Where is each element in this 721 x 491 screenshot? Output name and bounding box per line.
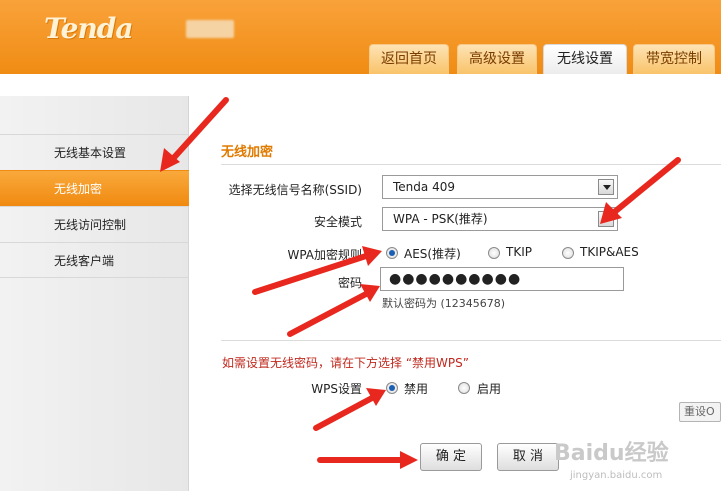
router-settings-page: Tenda 返回首页 高级设置 无线设置 带宽控制 无线基本设置 无线加密 无线… — [0, 0, 721, 491]
password-field[interactable]: ●●●●●●●●●● — [380, 267, 624, 291]
ssid-value: Tenda 409 — [393, 180, 455, 194]
divider — [221, 164, 721, 165]
sidebar-item-encryption[interactable]: 无线加密 — [0, 170, 189, 206]
password-label: 密码 — [337, 276, 362, 290]
wpa-tkip-label: TKIP — [506, 245, 532, 259]
wps-disable-label: 禁用 — [404, 382, 429, 396]
tab-advanced-label: 高级设置 — [469, 51, 525, 67]
sidebar-item-basic[interactable]: 无线基本设置 — [0, 134, 189, 170]
security-mode-label: 安全模式 — [313, 215, 362, 229]
wpa-rule-label: WPA加密规则 — [287, 248, 362, 262]
wps-enable-label: 启用 — [477, 382, 502, 396]
sidebar: 无线基本设置 无线加密 无线访问控制 无线客户端 — [0, 96, 189, 491]
password-hint: 默认密码为 (12345678) — [382, 297, 506, 310]
confirm-button[interactable]: 确 定 — [420, 443, 482, 471]
tab-home-label: 返回首页 — [381, 51, 437, 67]
sidebar-item-label: 无线客户端 — [54, 254, 115, 268]
arrow-to-password-field — [287, 284, 380, 337]
ssid-label: 选择无线信号名称(SSID) — [228, 183, 362, 197]
reset-button[interactable]: 重设O — [679, 402, 721, 422]
wps-disable-radio[interactable] — [386, 382, 398, 394]
arrow-to-confirm-button — [317, 451, 418, 469]
logo-blurred-text — [186, 20, 234, 38]
watermark-text: Baidu经验 — [554, 440, 669, 466]
divider — [221, 340, 721, 341]
wpa-tkip-aes-radio[interactable] — [562, 247, 574, 259]
tab-bandwidth-label: 带宽控制 — [646, 51, 702, 67]
sidebar-item-label: 无线访问控制 — [54, 218, 127, 232]
security-mode-select[interactable]: WPA - PSK(推荐) — [382, 207, 618, 231]
baidu-watermark: Baidu经验 jingyan.baidu.com — [554, 440, 669, 481]
chevron-down-icon[interactable] — [598, 211, 614, 227]
tab-advanced[interactable]: 高级设置 — [457, 44, 537, 74]
header-bar: Tenda 返回首页 高级设置 无线设置 带宽控制 — [0, 0, 721, 74]
wpa-tkip-aes-label: TKIP&AES — [580, 245, 639, 259]
security-mode-value: WPA - PSK(推荐) — [393, 212, 488, 226]
tab-bandwidth[interactable]: 带宽控制 — [633, 44, 715, 74]
tab-wireless-label: 无线设置 — [557, 51, 613, 67]
wps-label: WPS设置 — [311, 382, 362, 396]
wpa-aes-radio[interactable] — [386, 247, 398, 259]
ssid-select[interactable]: Tenda 409 — [382, 175, 618, 199]
sidebar-item-label: 无线加密 — [54, 182, 103, 196]
chevron-down-icon[interactable] — [598, 179, 614, 195]
tab-home[interactable]: 返回首页 — [369, 44, 449, 74]
sidebar-item-label: 无线基本设置 — [54, 146, 127, 160]
section-title: 无线加密 — [221, 145, 274, 160]
sidebar-item-clients[interactable]: 无线客户端 — [0, 242, 189, 278]
wps-enable-radio[interactable] — [458, 382, 470, 394]
wpa-aes-label: AES(推荐) — [404, 247, 461, 261]
sidebar-item-access-control[interactable]: 无线访问控制 — [0, 206, 189, 242]
wps-note: 如需设置无线密码，请在下方选择 “禁用WPS” — [222, 356, 469, 370]
wpa-tkip-radio[interactable] — [488, 247, 500, 259]
tab-wireless[interactable]: 无线设置 — [543, 44, 627, 74]
tenda-logo: Tenda — [44, 12, 134, 45]
watermark-url: jingyan.baidu.com — [569, 470, 662, 481]
